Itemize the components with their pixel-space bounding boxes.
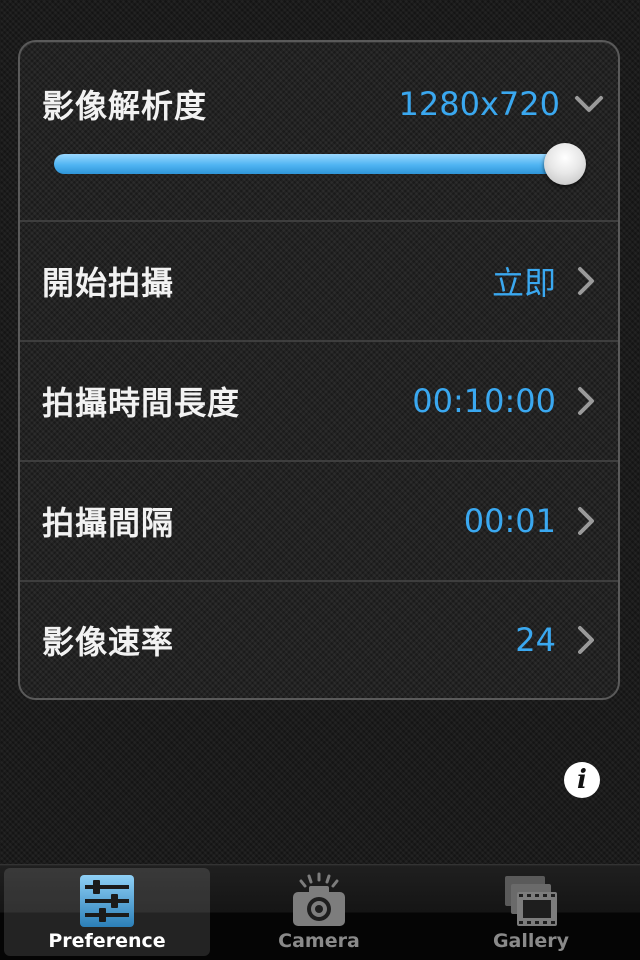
tab-preference[interactable]: Preference	[4, 868, 210, 956]
capture-interval-label: 拍攝間隔	[42, 504, 175, 542]
chevron-right-icon	[578, 626, 594, 654]
resolution-slider-thumb[interactable]	[544, 143, 586, 185]
camera-icon	[293, 872, 345, 926]
resolution-slider[interactable]	[54, 143, 586, 185]
chevron-right-icon	[578, 267, 594, 295]
info-icon[interactable]: i	[564, 762, 600, 798]
tab-preference-label: Preference	[48, 930, 166, 952]
frame-rate-row[interactable]: 影像速率 24	[20, 582, 618, 698]
chevron-right-icon	[578, 507, 594, 535]
resolution-value[interactable]: 1280x720	[399, 85, 560, 123]
tab-gallery[interactable]: Gallery	[428, 868, 634, 956]
frame-rate-value: 24	[515, 621, 556, 659]
start-capture-value: 立即	[491, 264, 556, 302]
capture-duration-label: 拍攝時間長度	[42, 384, 241, 422]
capture-duration-value: 00:10:00	[412, 382, 556, 420]
tab-gallery-label: Gallery	[492, 930, 570, 952]
resolution-slider-fill	[54, 154, 565, 174]
resolution-label: 影像解析度	[42, 87, 208, 125]
tab-camera[interactable]: Camera	[216, 868, 422, 956]
settings-panel: 影像解析度 1280x720 開始拍攝 立即 拍攝時間長度 00:10:00 拍…	[18, 40, 620, 700]
start-capture-label: 開始拍攝	[42, 264, 175, 302]
capture-interval-value: 00:01	[463, 502, 556, 540]
chevron-down-icon[interactable]	[574, 92, 604, 116]
frame-rate-label: 影像速率	[42, 623, 175, 661]
film-strip-icon	[505, 876, 557, 926]
tab-camera-label: Camera	[278, 930, 360, 952]
capture-interval-row[interactable]: 拍攝間隔 00:01	[20, 462, 618, 582]
sliders-icon	[80, 875, 134, 927]
tab-bar: Preference Camera Gallery	[0, 864, 640, 960]
chevron-right-icon	[578, 387, 594, 415]
start-capture-row[interactable]: 開始拍攝 立即	[20, 222, 618, 342]
resolution-row[interactable]: 影像解析度 1280x720	[20, 42, 618, 222]
capture-duration-row[interactable]: 拍攝時間長度 00:10:00	[20, 342, 618, 462]
